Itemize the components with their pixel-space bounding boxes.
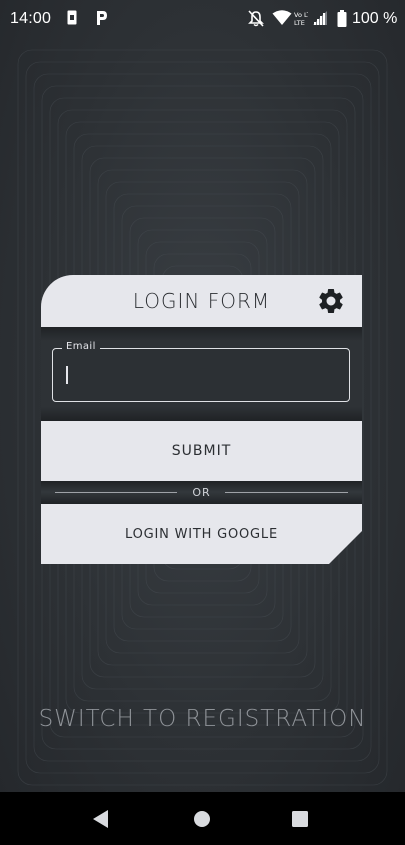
switch-to-registration-link[interactable]: SWITCH TO REGISTRATION [0, 706, 405, 732]
or-divider: OR [41, 481, 362, 504]
submit-button[interactable]: SUBMIT [41, 421, 362, 481]
notifications-off-icon [248, 10, 264, 27]
sim-card-icon [67, 10, 77, 25]
nav-home-button[interactable] [172, 792, 232, 845]
google-login-button[interactable]: LOGIN WITH GOOGLE [41, 504, 362, 564]
email-input[interactable] [61, 361, 345, 389]
nav-back-button[interactable] [71, 792, 131, 845]
volte-icon: Vo LTE LTE [294, 11, 308, 26]
divider-line-right [225, 492, 348, 493]
parking-icon [97, 11, 107, 25]
card-header: LOGIN FORM [41, 275, 362, 327]
signal-icon [313, 11, 327, 25]
email-field[interactable]: Email [52, 341, 350, 402]
email-section: Email [41, 327, 362, 421]
battery-icon [337, 10, 347, 27]
app-screen: 14:00 Vo LTE LTE [0, 0, 405, 845]
battery-percent: 100 % [352, 10, 398, 27]
recents-icon [292, 811, 308, 827]
wifi-icon [272, 10, 292, 25]
svg-text:Vo LTE: Vo LTE [294, 11, 308, 19]
nav-recents-button[interactable] [270, 792, 330, 845]
svg-text:LTE: LTE [294, 19, 305, 26]
back-icon [93, 810, 108, 828]
login-card: LOGIN FORM Email SUBMIT OR LOGIN WITH GO… [41, 275, 362, 564]
home-icon [194, 811, 210, 827]
navigation-bar [0, 792, 405, 845]
status-time: 14:00 [10, 10, 52, 27]
page-title: LOGIN FORM [132, 289, 271, 313]
gear-icon[interactable] [316, 286, 346, 316]
email-label: Email [62, 341, 100, 352]
status-bar: 14:00 Vo LTE LTE [0, 0, 405, 38]
